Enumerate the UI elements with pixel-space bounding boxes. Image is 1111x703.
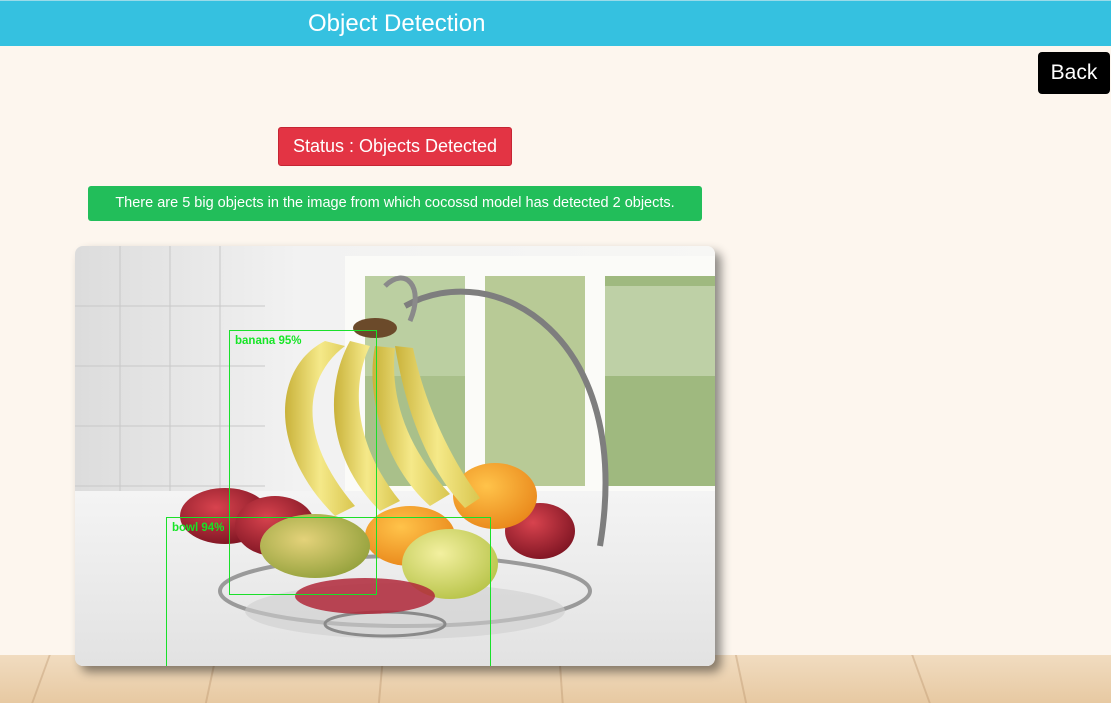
app-header: Object Detection [0, 0, 1111, 46]
detection-box-bowl [166, 517, 491, 666]
back-button[interactable]: Back [1038, 52, 1110, 94]
detection-label-banana: banana 95% [235, 335, 302, 347]
detection-image: banana 95% bowl 94% [75, 246, 715, 666]
detection-summary-banner: There are 5 big objects in the image fro… [88, 186, 702, 221]
detection-label-bowl: bowl 94% [172, 522, 225, 534]
page-title: Object Detection [308, 10, 486, 37]
status-badge: Status : Objects Detected [278, 127, 512, 166]
